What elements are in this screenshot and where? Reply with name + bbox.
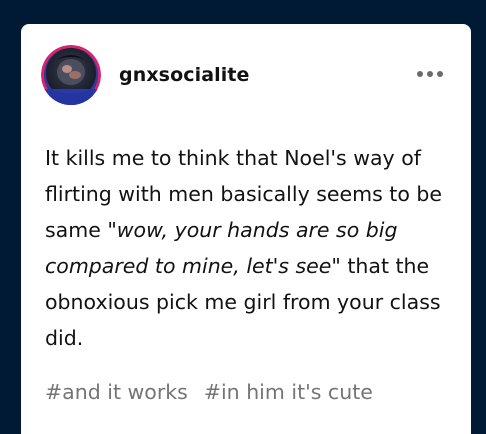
post-body: It kills me to think that Noel's way of … — [45, 140, 455, 356]
tag[interactable]: #in him it's cute — [204, 380, 373, 404]
more-horizontal-icon-dot — [437, 71, 443, 77]
post-card: gnxsocialite It kills me to think that N… — [21, 24, 471, 434]
post-text: It kills me to think that Noel's way of … — [45, 140, 455, 356]
avatar-image — [41, 45, 101, 105]
more-options-button[interactable] — [413, 62, 447, 86]
tag[interactable]: #and it works — [45, 380, 188, 404]
more-horizontal-icon-dot — [427, 71, 433, 77]
avatar[interactable] — [41, 45, 101, 105]
tag-list: #and it works #in him it's cute — [45, 380, 373, 404]
more-horizontal-icon — [417, 71, 423, 77]
username[interactable]: gnxsocialite — [119, 64, 250, 86]
post-header: gnxsocialite — [41, 44, 451, 106]
